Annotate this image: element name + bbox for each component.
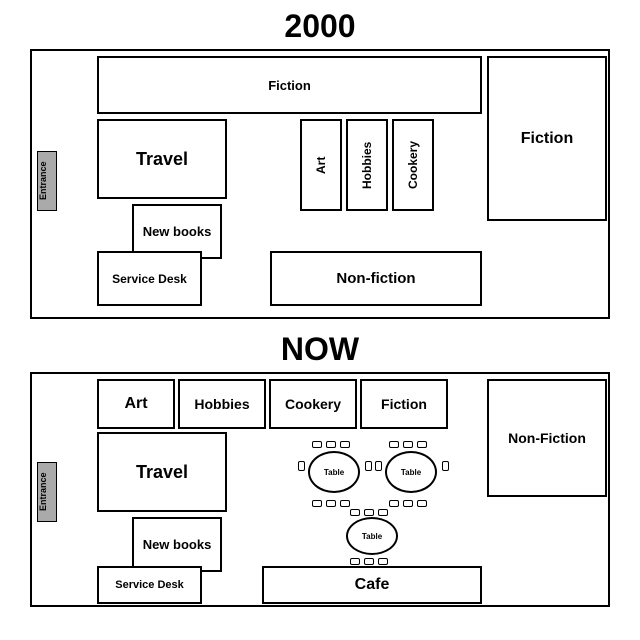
title-now: NOW (281, 331, 359, 368)
room-hobbies-2000: Hobbies (346, 119, 388, 211)
chair (442, 461, 449, 471)
room-art-2000: Art (300, 119, 342, 211)
chair (403, 500, 413, 507)
room-travel-now: Travel (97, 432, 227, 512)
chair (389, 500, 399, 507)
room-service-desk-now: Service Desk (97, 566, 202, 604)
room-cookery-now: Cookery (269, 379, 357, 429)
room-fiction-top-2000: Fiction (97, 56, 482, 114)
table-group-3: Table (338, 507, 408, 567)
entrance-label-2000: Entrance (34, 151, 52, 211)
chair (340, 441, 350, 448)
room-fiction-right-2000: Fiction (487, 56, 607, 221)
chair (365, 461, 372, 471)
room-cookery-2000: Cookery (392, 119, 434, 211)
room-non-fiction-now: Non-Fiction (487, 379, 607, 497)
chair (378, 558, 388, 565)
chair (389, 441, 399, 448)
title-2000: 2000 (284, 8, 355, 45)
entrance-label-now: Entrance (34, 462, 52, 522)
chair (364, 558, 374, 565)
chair (312, 441, 322, 448)
room-hobbies-now: Hobbies (178, 379, 266, 429)
room-cafe-now: Cafe (262, 566, 482, 604)
room-art-now: Art (97, 379, 175, 429)
table-oval-3: Table (346, 517, 398, 555)
floor-plan-2000: Entrance Fiction Travel Art Hobbies Cook… (30, 49, 610, 319)
chair (364, 509, 374, 516)
floor-plan-now: Entrance Art Hobbies Cookery Fiction Non… (30, 372, 610, 607)
page: 2000 Entrance Fiction Travel Art Hobbies… (0, 0, 640, 640)
table-group-1: Table (300, 439, 370, 509)
table-group-2: Table (377, 439, 447, 509)
chair (298, 461, 305, 471)
chair (375, 461, 382, 471)
chair (417, 500, 427, 507)
chair (312, 500, 322, 507)
room-fiction-now: Fiction (360, 379, 448, 429)
chair (378, 509, 388, 516)
chair (326, 441, 336, 448)
room-new-books-now: New books (132, 517, 222, 572)
chair (417, 441, 427, 448)
chair (326, 500, 336, 507)
chair (403, 441, 413, 448)
table-oval-2: Table (385, 451, 437, 493)
room-service-desk-2000: Service Desk (97, 251, 202, 306)
chair (350, 558, 360, 565)
room-travel-2000: Travel (97, 119, 227, 199)
chair (340, 500, 350, 507)
table-oval-1: Table (308, 451, 360, 493)
chair (350, 509, 360, 516)
room-non-fiction-2000: Non-fiction (270, 251, 482, 306)
